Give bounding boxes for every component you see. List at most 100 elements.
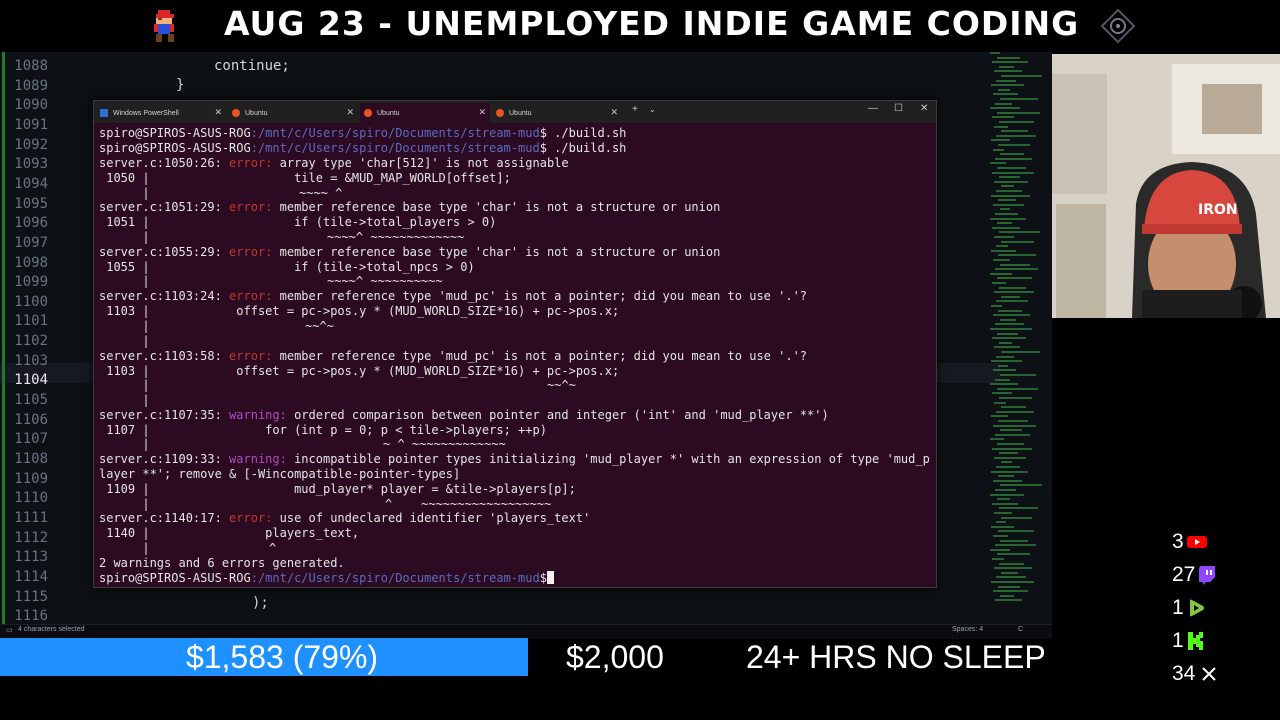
source-line: 1107 | for (int p = 0; p < tile->players… xyxy=(99,423,547,437)
minimap-line xyxy=(991,249,1016,252)
line-number: 1112 xyxy=(14,529,48,546)
goal-target-amount: $2,000 xyxy=(566,639,664,675)
minimap-line xyxy=(992,282,1006,284)
language-status[interactable]: C xyxy=(1018,626,1023,633)
emblem-icon xyxy=(1100,8,1136,44)
tab-ubuntu-2[interactable]: Ubuntu ✕ xyxy=(360,103,490,123)
minimap-line xyxy=(993,314,1030,317)
minimap-line xyxy=(999,507,1038,510)
tab-ubuntu-3[interactable]: Ubuntu ✕ xyxy=(492,103,622,123)
minimap-line xyxy=(990,217,1026,220)
code-close: ); xyxy=(252,595,269,611)
minimap-line xyxy=(990,328,1032,330)
error-line: server.c:1103:24: error: member referenc… xyxy=(99,289,808,303)
minimap-line xyxy=(996,134,1036,137)
caret-marker: ~ ^ ~~~~~~~~~~~~~ xyxy=(383,437,506,451)
minimap-line xyxy=(992,226,1020,229)
caret-marker: ~~~~^ ~~~~~~~~~~~~~ xyxy=(327,230,465,244)
tab-dropdown-button[interactable]: ⌄ xyxy=(649,105,656,114)
line-number: 1101 xyxy=(14,313,48,330)
close-tab-icon[interactable]: ✕ xyxy=(346,107,354,118)
powershell-icon xyxy=(100,109,108,117)
new-tab-button[interactable]: + xyxy=(632,104,638,115)
caret-bar: | xyxy=(99,186,150,200)
minimap-line xyxy=(993,203,1024,206)
close-tab-icon[interactable]: ✕ xyxy=(610,107,618,118)
caret-marker: ^ xyxy=(269,541,277,555)
terminal-window[interactable]: Windows PowerShell ✕ Ubuntu ✕ Ubuntu ✕ U… xyxy=(93,100,937,588)
minimap-line xyxy=(1000,153,1024,156)
minimap-line xyxy=(996,466,1020,468)
line-number: 1105 xyxy=(14,392,48,409)
code-brace: } xyxy=(176,77,185,93)
minimap-line xyxy=(1000,374,1036,376)
rumble-stat: 1 xyxy=(1172,596,1206,620)
minimize-button[interactable]: — xyxy=(868,103,878,114)
minimap-line xyxy=(997,277,1032,280)
line-number: 1098 xyxy=(14,254,48,271)
youtube-icon xyxy=(1186,536,1207,548)
source-line: 1055 | if (tile->total_npcs > 0) xyxy=(99,260,475,274)
tab-ubuntu-1[interactable]: Ubuntu ✕ xyxy=(228,103,358,123)
close-tab-icon[interactable]: ✕ xyxy=(478,107,486,118)
mario-sprite-icon xyxy=(154,10,174,42)
minimap-line xyxy=(993,424,1036,427)
terminal-cursor xyxy=(547,571,554,584)
selection-status: 4 characters selected xyxy=(18,626,85,633)
terminal-tab-bar: Windows PowerShell ✕ Ubuntu ✕ Ubuntu ✕ U… xyxy=(94,101,936,123)
minimap-line xyxy=(991,415,1008,418)
minimap-line xyxy=(994,401,1006,404)
minimap-line xyxy=(1000,263,1030,266)
minimap-line xyxy=(992,116,1014,119)
youtube-stat: 3 xyxy=(1172,530,1208,554)
minimap-line xyxy=(1001,571,1018,574)
maximize-button[interactable]: ☐ xyxy=(894,103,903,114)
source-line: 1103 | offset = pc->pos.y * (MUD_WORLD_S… xyxy=(99,364,620,378)
caret-bar: | xyxy=(99,497,150,511)
minimap-line xyxy=(991,360,1022,363)
terminal-prompt: spiro@SPIROS-ASUS-ROG:/mnt/c/Users/spiro… xyxy=(99,571,547,585)
line-number: 1116 xyxy=(14,608,48,625)
minimap-line xyxy=(1001,130,1028,133)
minimap-line xyxy=(998,309,1022,312)
minimap-line xyxy=(997,387,1038,390)
caret-marker: ~~^~ xyxy=(547,378,576,392)
line-number: 1095 xyxy=(14,195,48,212)
source-line: 1140 | players_text, xyxy=(99,526,360,540)
minimap-line xyxy=(997,222,1012,225)
minimap-line xyxy=(1001,406,1026,409)
minimap-line xyxy=(1000,208,1010,211)
minimap-line xyxy=(994,236,1014,238)
tab-powershell[interactable]: Windows PowerShell ✕ xyxy=(96,103,226,123)
minimap-line xyxy=(995,599,1022,602)
error-line: server.c:1051:29: error: member referenc… xyxy=(99,200,721,214)
caret-marker: ^ ~~~~~~~~~~~~~~~~~~ xyxy=(385,497,552,511)
minimap-line xyxy=(991,470,1028,473)
error-line: server.c:1050:26: error: array type 'cha… xyxy=(99,156,569,170)
webcam-image: IRON xyxy=(1052,54,1280,318)
minimap-line xyxy=(997,111,1040,114)
minimap-line xyxy=(997,167,1026,169)
minimap-line xyxy=(990,107,1020,110)
build-summary: 2 warnings and 6 errors generated. xyxy=(99,556,345,570)
indentation-status[interactable]: Spaces: 4 xyxy=(952,626,983,633)
minimap-line xyxy=(1001,295,1020,298)
svg-text:IRON: IRON xyxy=(1198,202,1238,218)
tab-label: Windows PowerShell xyxy=(113,109,179,117)
stream-title: AUG 23 - UNEMPLOYED INDIE GAME CODING xyxy=(224,4,1080,43)
caret-marker: ~~~~ ^ xyxy=(299,186,343,200)
minimap-line xyxy=(996,521,1006,524)
minimap-line xyxy=(1000,98,1038,100)
terminal-line: spiro@SPIROS-ASUS-ROG:/mnt/c/Users/spiro… xyxy=(99,141,627,155)
minimap-line xyxy=(993,93,1018,96)
minimap-line xyxy=(994,567,1032,570)
close-window-button[interactable]: ✕ xyxy=(920,103,928,114)
line-number: 1108 xyxy=(14,451,48,467)
terminal-output[interactable]: spiro@SPIROS-ASUS-ROG:/mnt/c/Users/spiro… xyxy=(99,126,930,585)
minimap-line xyxy=(998,199,1016,202)
minimap-line xyxy=(999,231,1040,234)
close-tab-icon[interactable]: ✕ xyxy=(214,107,222,118)
minimap-line xyxy=(993,369,1016,372)
youtube-viewer-count: 3 xyxy=(1172,530,1184,553)
minimap[interactable] xyxy=(990,52,1048,612)
